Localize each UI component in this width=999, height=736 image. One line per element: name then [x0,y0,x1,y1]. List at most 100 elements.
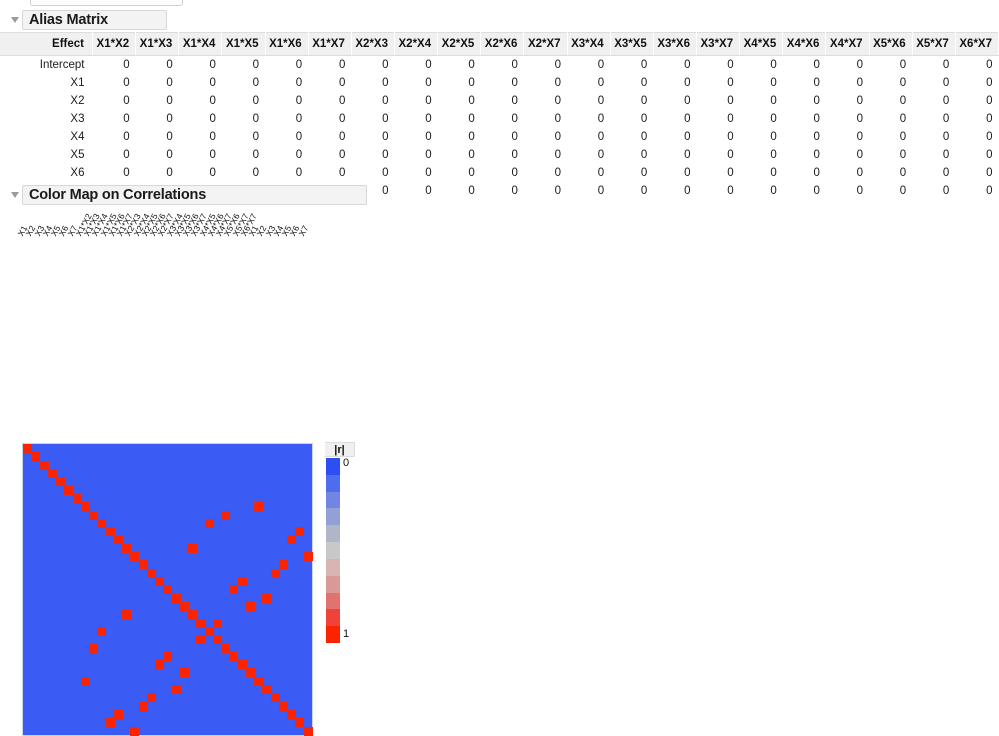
table-cell: 0 [123,59,130,71]
heatmap-cell [287,535,297,545]
alias-matrix-title: Alias Matrix [22,10,167,30]
table-row: X2 0 0 0 0 0 0 0 0 0 0 0 0 0 0 0 0 0 0 0 0 0 [0,92,999,110]
table-cell: 0 [554,113,562,125]
table-cell: 0 [338,167,346,179]
table-cell: 0 [770,95,777,107]
column-header[interactable]: X1*X6 [265,32,309,56]
column-header[interactable]: X1*X2 [92,32,137,56]
clipped-panel-above[interactable] [30,0,183,6]
column-header[interactable]: X4*X5 [739,32,784,56]
column-header[interactable]: X5*X7 [912,32,956,56]
table-cell: 0 [468,167,475,179]
column-header[interactable]: X3*X7 [696,32,741,56]
color-map-section-header[interactable]: Color Map on Correlations [8,185,367,205]
table-cell: 0 [727,77,734,89]
table-cell: 0 [597,149,605,161]
table-row: X3 0 0 0 0 0 0 0 0 0 0 0 0 0 0 0 0 0 0 0 0 0 [0,110,999,128]
heatmap-cell [97,626,107,636]
column-header[interactable]: X4*X6 [782,32,827,56]
column-header[interactable]: X2*X5 [437,32,482,56]
table-cell: 0 [813,77,820,89]
table-cell: 0 [727,131,734,143]
table-cell: 0 [425,77,432,89]
table-cell: 0 [382,77,389,89]
table-cell: 0 [684,167,691,179]
table-cell: 0 [295,167,303,179]
legend-title: |r| [325,442,355,457]
column-header[interactable]: X1*X5 [221,32,266,56]
column-header[interactable]: X1*X7 [308,32,352,56]
table-cell: 0 [338,77,346,89]
table-cell: 0 [252,149,260,161]
legend-color-swatch [326,575,340,593]
disclosure-triangle-icon[interactable] [8,17,22,23]
heatmap-cell [295,527,305,537]
table-cell: 0 [295,95,303,107]
alias-matrix-section-header[interactable]: Alias Matrix [8,10,167,30]
column-header[interactable]: X2*X4 [394,32,439,56]
legend-max-label: 1 [343,628,350,640]
alias-matrix-table: Effect X1*X2 X1*X3 X1*X4 X1*X5 X1*X6 X1*… [0,32,999,200]
disclosure-triangle-icon[interactable] [8,192,22,198]
legend-color-swatch [326,474,340,492]
table-cell: 0 [511,131,518,143]
legend-color-swatch [326,525,340,543]
row-label: X1 [70,77,85,89]
table-cell: 0 [986,95,993,107]
table-cell: 0 [899,131,907,143]
table-cell: 0 [684,149,691,161]
table-cell: 0 [942,185,950,197]
column-header[interactable]: X3*X5 [610,32,654,56]
table-cell: 0 [813,185,820,197]
column-header[interactable]: X4*X7 [825,32,870,56]
table-cell: 0 [770,131,777,143]
table-cell: 0 [856,131,864,143]
column-header[interactable]: X6*X7 [955,32,999,56]
column-header[interactable]: X3*X4 [567,32,611,56]
correlation-heatmap[interactable] [22,443,313,736]
table-cell: 0 [727,95,734,107]
table-cell: 0 [813,149,820,161]
table-cell: 0 [899,95,907,107]
table-cell: 0 [252,95,260,107]
legend-color-swatch [326,458,340,475]
table-cell: 0 [468,185,475,197]
table-cell: 0 [425,185,432,197]
table-cell: 0 [986,167,993,179]
table-header-row: Effect X1*X2 X1*X3 X1*X4 X1*X5 X1*X6 X1*… [0,32,999,56]
heatmap-legend: |r| 0 1 [325,442,371,643]
table-cell: 0 [511,185,518,197]
heatmap-cell [262,593,272,603]
table-cell: 0 [727,113,734,125]
column-header[interactable]: X2*X7 [523,32,568,56]
column-header[interactable]: X1*X3 [135,32,180,56]
column-header[interactable]: X2*X6 [480,32,525,56]
table-cell: 0 [640,59,648,71]
table-cell: 0 [942,167,950,179]
heatmap-axis-labels: X1 X2 X3 X4 X5 X6 X7 X1*X2 X1*X3 X1*X4 X1*X5 X1*X6 X… [16,205,314,237]
table-cell: 0 [942,95,950,107]
column-header-effect[interactable]: Effect [0,32,93,56]
table-cell: 0 [468,95,475,107]
table-cell: 0 [986,59,993,71]
table-cell: 0 [640,185,648,197]
table-cell: 0 [684,185,691,197]
table-cell: 0 [166,167,173,179]
heatmap-cell [155,660,165,670]
table-cell: 0 [640,131,648,143]
table-cell: 0 [597,95,605,107]
column-header[interactable]: X2*X3 [351,32,395,56]
column-header[interactable]: X5*X6 [869,32,913,56]
table-cell: 0 [209,131,216,143]
table-cell: 0 [640,167,648,179]
table-cell: 0 [684,95,691,107]
table-cell: 0 [468,149,475,161]
heatmap-cell [89,643,99,653]
column-header[interactable]: X3*X6 [653,32,697,56]
table-cell: 0 [123,95,130,107]
table-cell: 0 [252,59,260,71]
table-cell: 0 [166,149,173,161]
column-header[interactable]: X1*X4 [178,32,223,56]
heatmap-cell [163,651,173,661]
row-label: X3 [70,113,85,125]
